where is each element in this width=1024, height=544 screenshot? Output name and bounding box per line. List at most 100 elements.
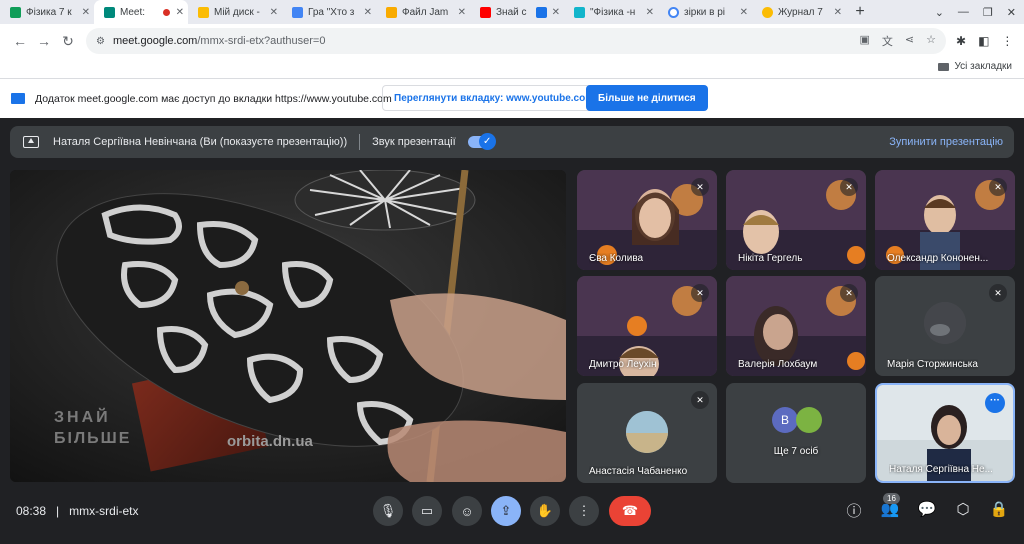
tab-title: Журнал 7 [778, 6, 823, 18]
participant-tile[interactable]: Валерія Лохбаум ✕ [726, 276, 866, 376]
divider: | [56, 504, 60, 518]
participant-tile[interactable]: Анастасія Чабаненко ✕ [577, 383, 717, 483]
share-icon[interactable]: ⋖ [905, 33, 914, 49]
browser-tab-fizyka-2[interactable]: "Фізика -н ✕ [564, 0, 658, 24]
tab-title: зірки в рі [684, 6, 725, 18]
reactions-button[interactable]: ☺ [452, 496, 482, 526]
avatar [626, 411, 668, 453]
self-view-tile[interactable]: Наталя Сергіївна Не... ··· [875, 383, 1015, 483]
videocam-icon: ▭ [420, 503, 434, 518]
close-icon[interactable]: ✕ [740, 7, 748, 18]
browser-tab-journal[interactable]: Журнал 7 ✕ [752, 0, 846, 24]
classroom-icon [10, 6, 21, 18]
all-bookmarks[interactable]: Усі закладки [938, 61, 1012, 72]
info-icon[interactable]: ⓘ [843, 500, 865, 521]
chat-icon[interactable]: 💬 [916, 500, 938, 518]
close-icon[interactable]: ✕ [646, 7, 654, 18]
browser-tab-drive[interactable]: Мій диск - ✕ [188, 0, 282, 24]
check-icon: ✓ [478, 133, 496, 150]
participant-tile[interactable]: Нікіта Гергель ✕ [726, 170, 866, 270]
presentation-audio-label: Звук презентації [372, 136, 456, 148]
browser-tab-google[interactable]: зірки в рі ✕ [658, 0, 752, 24]
google-icon [668, 6, 679, 18]
participant-tile[interactable]: Дмитро Леухін ✕ [577, 276, 717, 376]
browser-tab-fizyka[interactable]: Фізика 7 к ✕ [0, 0, 94, 24]
window-controls: ⌄ — ❐ ✕ [935, 0, 1016, 24]
view-tab-button[interactable]: Переглянути вкладку: www.youtube.com [382, 85, 607, 111]
mic-off-icon: ✕ [691, 178, 709, 196]
back-icon[interactable]: ← [8, 33, 32, 49]
url-input[interactable]: ⚙ meet.google.com/mmx-srdi-etx?authuser=… [86, 28, 946, 54]
forward-icon[interactable]: → [32, 33, 56, 49]
participant-tile[interactable]: Єва Колива ✕ [577, 170, 717, 270]
side-panel-icon[interactable]: ◧ [978, 34, 989, 48]
browser-tab-youtube[interactable]: Знай с ✕ [470, 0, 564, 24]
raise-hand-button[interactable]: ✋ [530, 496, 560, 526]
close-icon[interactable]: ✕ [176, 7, 184, 18]
participant-name: Марія Сторжинська [887, 359, 978, 370]
close-icon[interactable]: ✕ [834, 7, 842, 18]
sharing-notice-text: Додаток meet.google.com має доступ до вк… [35, 92, 392, 105]
microphone-button[interactable]: 🎙 [373, 496, 403, 526]
participant-name: Олександр Кононен... [887, 253, 989, 264]
present-button[interactable]: ⇪ [491, 496, 521, 526]
more-options-button[interactable]: ⋮ [569, 496, 599, 526]
mic-off-icon: ✕ [840, 284, 858, 302]
participant-tile[interactable]: Олександр Кононен... ✕ [875, 170, 1015, 270]
stop-sharing-button[interactable]: Більше не ділитися [586, 85, 708, 111]
meet-icon [104, 6, 115, 18]
presenter-label: Наталя Сергіївна Невінчана (Ви (показуєт… [53, 136, 348, 148]
participant-tile[interactable]: Марія Сторжинська ✕ [875, 276, 1015, 376]
browser-tab-game[interactable]: Гра "Хто з ✕ [282, 0, 376, 24]
close-icon[interactable]: ✕ [458, 7, 466, 18]
all-bookmarks-label: Усі закладки [954, 61, 1012, 72]
browser-tab-meet[interactable]: Meet: ✕ [94, 0, 188, 24]
close-icon[interactable]: ✕ [364, 7, 372, 18]
close-icon[interactable]: ✕ [82, 7, 90, 18]
recording-icon [162, 8, 170, 16]
presentation-bar: Наталя Сергіївна Невінчана (Ви (показуєт… [10, 126, 1014, 158]
translate-icon[interactable]: 文 [882, 33, 893, 49]
browser-tab-jam[interactable]: Файл Jam ✕ [376, 0, 470, 24]
site-icon [574, 6, 585, 18]
divider [359, 134, 361, 150]
people-icon[interactable]: 👥 16 [879, 493, 901, 518]
participant-name: Наталя Сергіївна Не... [889, 464, 993, 475]
close-icon[interactable]: ✕ [270, 7, 278, 18]
svg-text:ЗНАЙ: ЗНАЙ [54, 407, 111, 426]
youtube-icon [480, 6, 491, 18]
bookmark-star-icon[interactable]: ☆ [926, 33, 936, 49]
close-icon[interactable]: ✕ [552, 7, 560, 18]
more-participants-label: Ще 7 осіб [773, 446, 819, 457]
leave-call-button[interactable]: ☎ [609, 496, 651, 526]
participant-name: Дмитро Леухін [589, 359, 657, 370]
menu-icon[interactable]: ⋮ [1001, 34, 1013, 48]
reload-icon[interactable]: ↻ [56, 33, 80, 50]
new-tab-button[interactable]: + [846, 3, 874, 21]
tab-title: Фізика 7 к [26, 6, 72, 18]
mic-icon: 🎙 [379, 503, 397, 518]
activities-icon[interactable]: ⬡ [952, 500, 974, 518]
camera-icon[interactable]: ▣ [860, 33, 870, 49]
minimize-icon[interactable]: — [958, 6, 969, 18]
restore-icon[interactable]: ❐ [983, 6, 993, 19]
tab-search-icon[interactable]: ⌄ [935, 6, 944, 19]
more-options-icon[interactable]: ··· [985, 393, 1005, 413]
participant-name: Єва Колива [589, 253, 644, 264]
host-controls-icon[interactable]: 🔒 [988, 500, 1010, 518]
site-info-icon[interactable]: ⚙ [96, 36, 105, 47]
present-screen-icon [23, 136, 39, 148]
tab-title: "Фізика -н [590, 6, 636, 18]
presentation-audio-toggle[interactable]: ✓ [467, 133, 496, 150]
participant-name: Валерія Лохбаум [738, 359, 818, 370]
tab-title: Знай с [496, 6, 527, 18]
close-window-icon[interactable]: ✕ [1007, 6, 1016, 19]
avatar [924, 302, 966, 344]
stop-presentation-button[interactable]: Зупинити презентацію [889, 136, 1003, 148]
extensions-icon[interactable]: ✱ [956, 34, 966, 48]
hand-icon: ✋ [536, 503, 554, 518]
folder-icon [938, 62, 950, 71]
mic-off-icon: ✕ [989, 284, 1007, 302]
camera-button[interactable]: ▭ [412, 496, 442, 526]
more-participants-tile[interactable]: В Ще 7 осіб [726, 383, 866, 483]
